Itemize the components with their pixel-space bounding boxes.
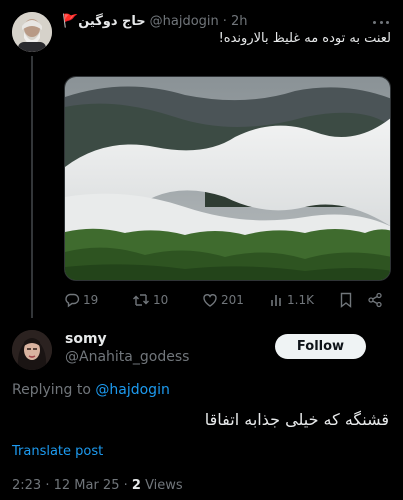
more-icon[interactable]: [373, 14, 389, 30]
like-count: 201: [221, 293, 244, 307]
bookmark-icon: [340, 292, 352, 308]
follow-button[interactable]: Follow: [275, 334, 366, 359]
thread-line: [31, 56, 33, 318]
views-icon: [271, 295, 281, 306]
display-name[interactable]: حاج دوگین🚩: [62, 14, 146, 29]
post-meta: 2:23 · 12 Mar 25 · 2 Views: [12, 478, 183, 493]
retweet-icon: [133, 294, 149, 306]
like-icon: [203, 294, 217, 307]
separator: ·: [222, 13, 227, 29]
tweet-text: قشنگه که خیلی جذابه اتفاقا: [204, 410, 389, 429]
views-label: Views: [145, 478, 183, 493]
reply-count: 19: [83, 293, 99, 307]
reply-icon: [65, 293, 80, 308]
post-timestamp[interactable]: 2:23 · 12 Mar 25 ·: [12, 478, 128, 493]
user-handle[interactable]: @Anahita_godess: [65, 349, 189, 365]
views-count: 2: [131, 478, 141, 493]
retweet-count: 10: [153, 293, 169, 307]
replying-mention-link[interactable]: @hajdogin: [95, 382, 169, 398]
tweet-header: حاج دوگین🚩 @hajdogin · 2h: [62, 12, 247, 30]
translate-post-link[interactable]: Translate post: [12, 444, 103, 459]
retweet-button[interactable]: 10: [132, 290, 168, 310]
views-count: 1.1K: [287, 293, 314, 307]
replying-to: Replying to @hajdogin: [12, 382, 170, 398]
avatar[interactable]: [12, 330, 52, 370]
display-name[interactable]: somy: [65, 331, 107, 347]
share-button[interactable]: [367, 290, 383, 310]
like-button[interactable]: 201: [202, 290, 244, 310]
tweet-image[interactable]: [64, 76, 391, 281]
avatar[interactable]: [12, 12, 52, 52]
user-handle[interactable]: @hajdogin: [150, 14, 219, 29]
views-button[interactable]: 1.1K: [270, 290, 314, 310]
parent-tweet[interactable]: حاج دوگین🚩 @hajdogin · 2h لعنت به توده م…: [0, 0, 403, 318]
reply-tweet: somy @Anahita_godess Follow Replying to …: [0, 318, 403, 500]
post-time[interactable]: 2h: [231, 14, 248, 29]
reply-button[interactable]: 19: [64, 290, 98, 310]
share-icon: [368, 292, 382, 308]
replying-prefix: Replying to: [12, 382, 91, 398]
tweet-text: لعنت به توده مه غلیظ بالارونده!: [218, 31, 391, 46]
action-bar: 19 10 201 1.1K: [64, 290, 391, 310]
flag-emoji: 🚩: [62, 13, 79, 29]
bookmark-button[interactable]: [339, 290, 353, 310]
